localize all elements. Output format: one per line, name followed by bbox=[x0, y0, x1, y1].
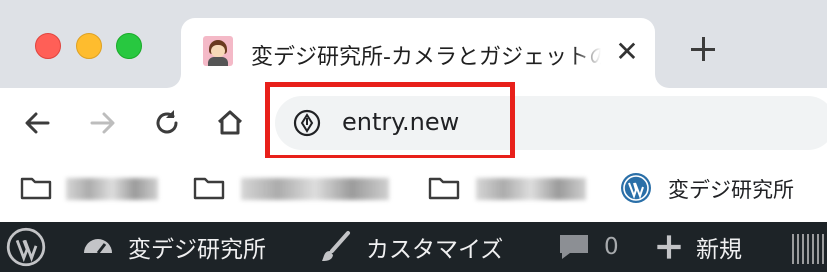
bookmark-label: 変デジ研究所 bbox=[668, 178, 794, 202]
site-name-menu[interactable]: 変デジ研究所 bbox=[80, 222, 266, 272]
wordpress-icon bbox=[6, 227, 46, 267]
wp-logo-menu[interactable] bbox=[6, 222, 58, 272]
bookmark-site[interactable]: 変デジ研究所 bbox=[620, 172, 820, 204]
plus-icon[interactable] bbox=[688, 34, 720, 66]
wp-admin-bar: 変デジ研究所 カスタマイズ 0 新規 bbox=[0, 222, 827, 272]
back-arrow-icon[interactable] bbox=[20, 106, 54, 140]
blurred-label bbox=[66, 178, 158, 200]
reload-icon[interactable] bbox=[150, 106, 184, 140]
brush-icon bbox=[322, 231, 350, 261]
wordpress-icon bbox=[621, 173, 651, 203]
close-icon[interactable]: ✕ bbox=[613, 38, 641, 66]
comments-menu[interactable]: 0 bbox=[556, 222, 619, 272]
bookmark-folder[interactable] bbox=[193, 172, 393, 204]
bookmarks-bar: 変デジ研究所 bbox=[0, 158, 827, 222]
folder-icon bbox=[20, 177, 52, 200]
url-highlight-box bbox=[265, 82, 515, 160]
blurred-label bbox=[241, 178, 389, 200]
folder-icon bbox=[193, 177, 225, 200]
tab-title: 変デジ研究所-カメラとガジェットのレビューブログ bbox=[251, 45, 601, 70]
window-close-button[interactable] bbox=[35, 33, 61, 59]
avatar-icon bbox=[203, 36, 233, 66]
comment-count: 0 bbox=[604, 234, 619, 260]
overflow-bars bbox=[792, 234, 827, 264]
forward-arrow-icon[interactable] bbox=[86, 106, 120, 140]
window-maximize-button[interactable] bbox=[116, 33, 142, 59]
folder-icon bbox=[428, 177, 460, 200]
blurred-label bbox=[476, 178, 586, 200]
tab-strip: 変デジ研究所-カメラとガジェットのレビューブログ ✕ bbox=[0, 0, 827, 88]
dashboard-icon bbox=[84, 239, 112, 254]
home-icon[interactable] bbox=[213, 106, 247, 140]
new-content-menu[interactable]: 新規 bbox=[654, 222, 742, 272]
customize-menu[interactable]: カスタマイズ bbox=[318, 222, 503, 272]
window-minimize-button[interactable] bbox=[76, 33, 102, 59]
plus-icon bbox=[657, 235, 681, 259]
bookmark-folder[interactable] bbox=[428, 172, 588, 204]
customize-label: カスタマイズ bbox=[366, 237, 504, 263]
new-label: 新規 bbox=[696, 237, 742, 263]
bookmark-folder[interactable] bbox=[20, 172, 160, 204]
comment-icon bbox=[560, 235, 588, 259]
site-name: 変デジ研究所 bbox=[128, 237, 266, 263]
browser-tab[interactable]: 変デジ研究所-カメラとガジェットのレビューブログ ✕ bbox=[181, 18, 655, 88]
